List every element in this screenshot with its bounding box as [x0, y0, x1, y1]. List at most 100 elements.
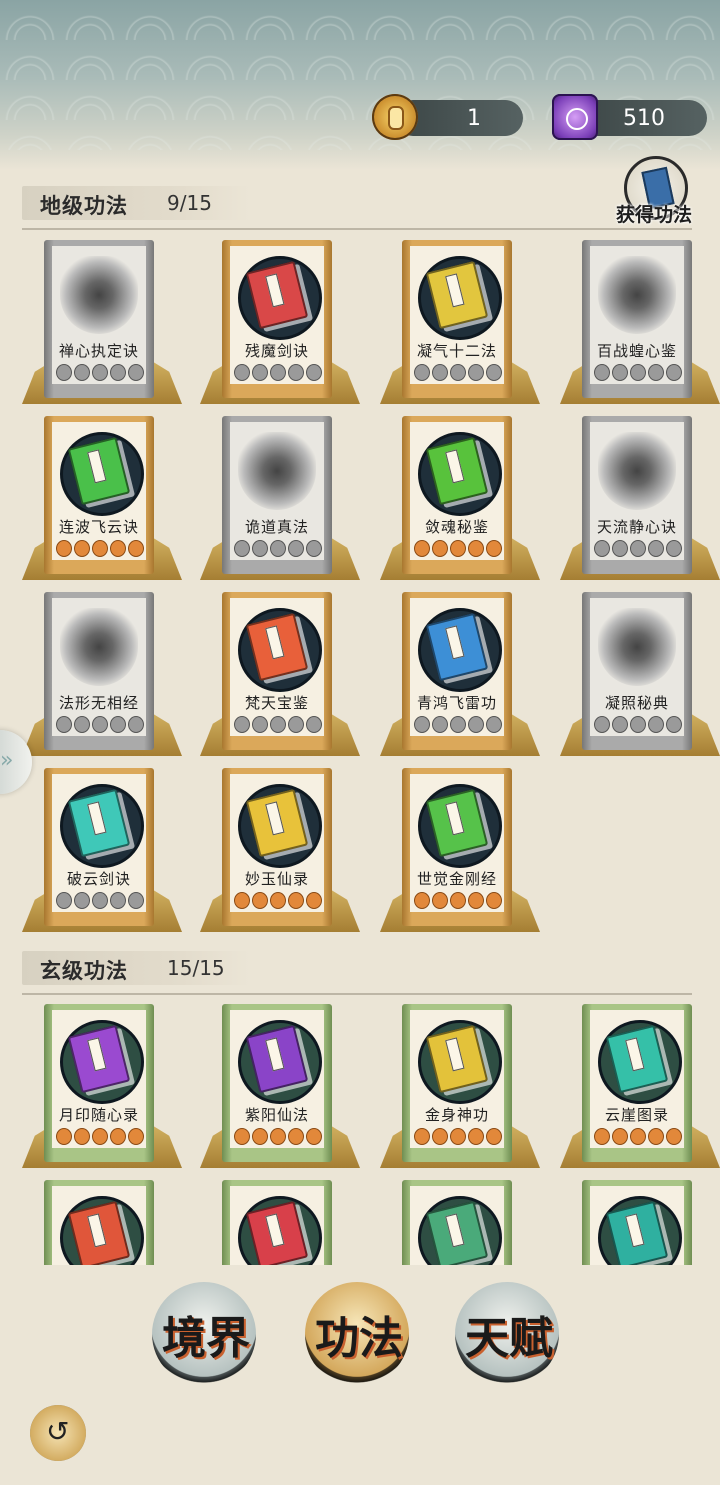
star-icon — [666, 540, 682, 557]
skill-name: 紫阳仙法 — [244, 1106, 309, 1124]
star-icon — [234, 716, 250, 733]
star-icon — [468, 892, 484, 909]
skill-card[interactable]: 敛魂秘鉴 — [380, 416, 540, 584]
star-icon — [74, 892, 90, 909]
star-icon — [594, 540, 610, 557]
section-count: 15/15 — [167, 956, 225, 980]
star-icon — [56, 540, 72, 557]
skill-card[interactable]: 妙玉仙录 — [200, 768, 360, 936]
skill-name: 世觉金刚经 — [416, 870, 497, 888]
skill-card[interactable]: 天流静心诀 — [560, 416, 720, 584]
star-rating — [234, 540, 322, 557]
star-icon — [252, 540, 268, 557]
skill-card[interactable]: 禅心执定诀 — [22, 240, 182, 408]
star-icon — [306, 716, 322, 733]
chevron-right-icon: » — [0, 748, 14, 773]
skill-card[interactable]: 紫阳仙法 — [200, 1004, 360, 1172]
star-rating — [56, 716, 144, 733]
star-icon — [486, 540, 502, 557]
star-icon — [612, 716, 628, 733]
skill-card[interactable]: 世觉金刚经 — [380, 768, 540, 936]
star-rating — [234, 892, 322, 909]
star-icon — [450, 540, 466, 557]
nav-realm-button[interactable]: 境界 — [152, 1282, 262, 1386]
star-icon — [666, 1128, 682, 1145]
star-icon — [486, 892, 502, 909]
skill-card[interactable] — [200, 1180, 360, 1265]
star-icon — [270, 364, 286, 381]
star-icon — [486, 1128, 502, 1145]
skill-card[interactable]: 金身神功 — [380, 1004, 540, 1172]
skill-card[interactable]: 青鸿飞雷功 — [380, 592, 540, 760]
star-rating — [594, 1128, 682, 1145]
star-icon — [468, 540, 484, 557]
skill-card[interactable] — [22, 1180, 182, 1265]
star-rating — [56, 540, 144, 557]
locked-silhouette-icon — [598, 608, 676, 686]
star-icon — [288, 540, 304, 557]
star-icon — [414, 540, 430, 557]
locked-silhouette-icon — [598, 432, 676, 510]
skill-card[interactable] — [380, 1180, 540, 1265]
skill-card[interactable]: 残魔剑诀 — [200, 240, 360, 408]
star-icon — [74, 364, 90, 381]
skill-name: 妙玉仙录 — [244, 870, 309, 888]
star-icon — [450, 364, 466, 381]
nav-skills-label: 功法 — [315, 1313, 403, 1364]
star-icon — [414, 892, 430, 909]
star-rating — [56, 1128, 144, 1145]
skill-card[interactable]: 凝照秘典 — [560, 592, 720, 760]
star-icon — [56, 892, 72, 909]
nav-skills-button[interactable]: 功法 — [305, 1282, 415, 1386]
skill-grid-mystic: 月印随心录 紫阳仙法 金身神功 云崖图录 — [0, 1000, 720, 1265]
star-icon — [252, 716, 268, 733]
gem-value: 510 — [623, 106, 665, 131]
star-icon — [128, 1128, 144, 1145]
star-icon — [288, 716, 304, 733]
skill-card[interactable]: 月印随心录 — [22, 1004, 182, 1172]
star-icon — [306, 1128, 322, 1145]
skill-name: 破云剑诀 — [66, 870, 131, 888]
section-count: 9/15 — [167, 191, 212, 215]
star-icon — [432, 716, 448, 733]
skill-name: 凝气十二法 — [416, 342, 497, 360]
locked-silhouette-icon — [60, 256, 138, 334]
skill-card[interactable]: 法形无相经 — [22, 592, 182, 760]
star-icon — [110, 1128, 126, 1145]
skill-card[interactable]: 连波飞云诀 — [22, 416, 182, 584]
skill-name: 天流静心诀 — [596, 518, 677, 536]
star-icon — [486, 364, 502, 381]
skill-card[interactable]: 梵天宝鉴 — [200, 592, 360, 760]
star-icon — [432, 540, 448, 557]
skill-name: 诡道真法 — [244, 518, 309, 536]
gem-icon — [552, 94, 598, 140]
star-rating — [594, 716, 682, 733]
star-icon — [288, 364, 304, 381]
skill-card[interactable]: 凝气十二法 — [380, 240, 540, 408]
star-icon — [92, 540, 108, 557]
back-button[interactable]: ↺ — [30, 1405, 86, 1461]
skill-card[interactable] — [560, 1180, 720, 1265]
star-rating — [234, 1128, 322, 1145]
skill-name: 凝照秘典 — [604, 694, 669, 712]
star-icon — [612, 540, 628, 557]
star-icon — [648, 364, 664, 381]
skill-card[interactable]: 诡道真法 — [200, 416, 360, 584]
star-icon — [612, 364, 628, 381]
star-icon — [306, 364, 322, 381]
star-icon — [414, 364, 430, 381]
skill-card[interactable]: 百战蝗心鉴 — [560, 240, 720, 408]
nav-talent-button[interactable]: 天赋 — [455, 1282, 565, 1386]
star-icon — [234, 1128, 250, 1145]
star-icon — [110, 540, 126, 557]
coin-icon — [372, 94, 418, 140]
star-icon — [648, 540, 664, 557]
star-icon — [414, 716, 430, 733]
skill-card[interactable]: 云崖图录 — [560, 1004, 720, 1172]
obtain-skill-button[interactable]: 获得功法 — [600, 156, 708, 228]
skill-name: 青鸿飞雷功 — [416, 694, 497, 712]
star-icon — [468, 364, 484, 381]
star-icon — [486, 716, 502, 733]
skill-card[interactable]: 破云剑诀 — [22, 768, 182, 936]
star-icon — [92, 364, 108, 381]
